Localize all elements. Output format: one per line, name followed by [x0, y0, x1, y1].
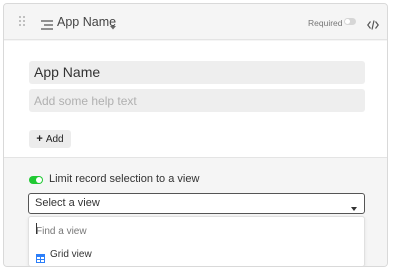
- field-config-card: App Name Required App Name Add some help…: [3, 3, 388, 267]
- view-select[interactable]: Select a view: [28, 193, 365, 214]
- drag-handle-icon[interactable]: [19, 16, 25, 26]
- view-select-value: Select a view: [35, 197, 100, 209]
- add-button-label: Add: [45, 133, 64, 145]
- view-limit-section: Limit record selection to a view Select …: [4, 157, 387, 266]
- find-view-input[interactable]: [30, 219, 363, 239]
- add-button[interactable]: + Add: [29, 130, 71, 148]
- required-label: Required: [308, 18, 343, 28]
- caret-down-icon[interactable]: [110, 18, 116, 30]
- field-header: App Name Required: [4, 4, 387, 40]
- required-toggle[interactable]: [344, 18, 356, 25]
- code-icon[interactable]: [367, 17, 379, 30]
- limit-selection-label: Limit record selection to a view: [49, 173, 200, 185]
- plus-icon: +: [36, 133, 43, 145]
- long-text-icon: [41, 17, 53, 30]
- field-name-label[interactable]: App Name: [57, 15, 116, 29]
- limit-selection-toggle[interactable]: [29, 176, 43, 184]
- view-option-grid[interactable]: Grid view: [30, 244, 363, 264]
- view-dropdown: Grid view: [28, 216, 365, 266]
- help-text-input[interactable]: Add some help text: [29, 89, 365, 112]
- grid-view-icon: [36, 250, 45, 263]
- field-settings-body: App Name Add some help text + Add: [4, 41, 387, 157]
- field-name-input[interactable]: App Name: [29, 61, 365, 84]
- select-caret-icon: [351, 202, 357, 211]
- text-cursor: [36, 223, 37, 234]
- view-option-label: Grid view: [50, 248, 92, 260]
